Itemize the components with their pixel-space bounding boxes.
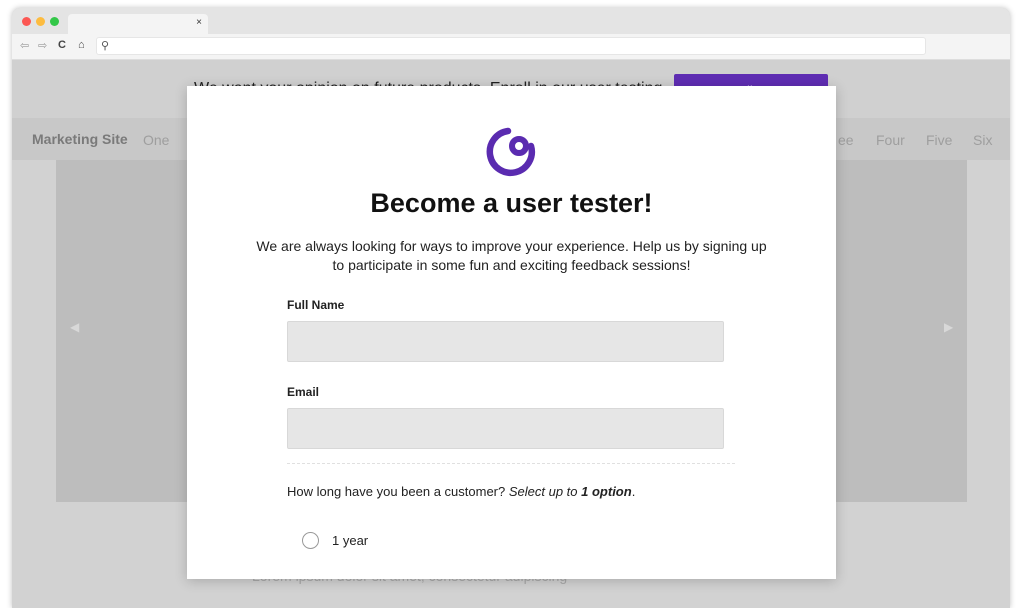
question-hint-end: . [631, 484, 636, 499]
question-text: How long have you been a customer? [287, 484, 509, 499]
title-bar: × [12, 8, 1010, 34]
option-1-year-radio[interactable] [302, 532, 319, 549]
forward-arrow-icon[interactable]: ⇨ [38, 39, 47, 52]
site-brand[interactable]: Marketing Site [32, 131, 128, 147]
question-hint: Select up to [508, 484, 582, 499]
browser-toolbar: ⇦ ⇨ C ⌂ ⚲ [12, 34, 1010, 60]
close-window-button[interactable] [22, 17, 31, 26]
modal-description: We are always looking for ways to improv… [256, 238, 767, 273]
modal-title: Become a user tester! [370, 188, 653, 218]
nav-link-three[interactable]: ee [838, 132, 854, 148]
maximize-window-button[interactable] [50, 17, 59, 26]
nav-link-four[interactable]: Four [876, 132, 905, 148]
search-icon: ⚲ [101, 40, 110, 52]
address-bar[interactable]: ⚲ [96, 37, 926, 55]
reload-icon[interactable]: C [58, 39, 66, 51]
email-label: Email [287, 385, 320, 399]
nav-link-one[interactable]: One [143, 132, 169, 148]
question-hint-bold: 1 option [581, 484, 632, 499]
email-input[interactable] [287, 408, 724, 449]
divider [287, 463, 735, 464]
browser-tab[interactable]: × [68, 14, 208, 34]
full-name-input[interactable] [287, 321, 724, 362]
carousel-next-icon[interactable]: ▶ [944, 320, 953, 334]
customer-duration-question: How long have you been a customer? Selec… [287, 484, 635, 499]
carousel-prev-icon[interactable]: ◀ [70, 320, 79, 334]
full-name-label: Full Name [287, 298, 345, 312]
back-arrow-icon[interactable]: ⇦ [20, 39, 29, 52]
brand-logo-icon [486, 127, 536, 177]
nav-link-five[interactable]: Five [926, 132, 952, 148]
tab-close-icon[interactable]: × [196, 17, 202, 28]
minimize-window-button[interactable] [36, 17, 45, 26]
home-icon[interactable]: ⌂ [78, 39, 85, 51]
signup-modal: Become a user tester! We are always look… [187, 86, 836, 579]
nav-link-six[interactable]: Six [973, 132, 992, 148]
option-1-year-label[interactable]: 1 year [332, 533, 368, 548]
